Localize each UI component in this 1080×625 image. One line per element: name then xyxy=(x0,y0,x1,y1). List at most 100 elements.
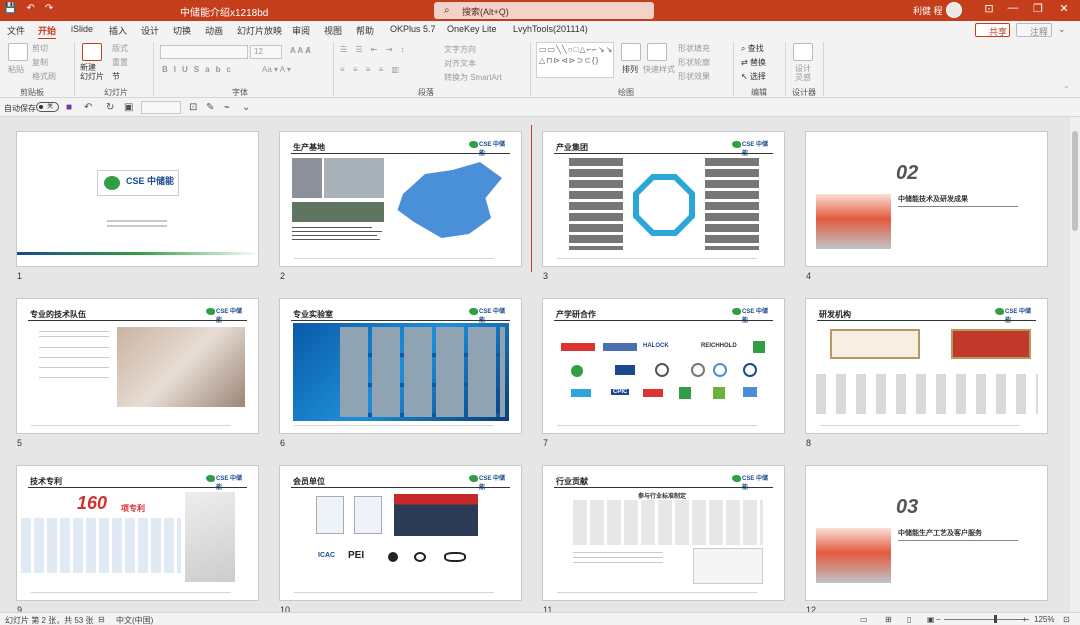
font-grow-icon[interactable]: A A Ⱥ xyxy=(290,46,311,55)
chevron-down-icon[interactable]: ⌄ xyxy=(1058,24,1066,35)
copy-button[interactable]: 复制 xyxy=(32,57,48,68)
avatar[interactable] xyxy=(946,2,962,18)
format-painter-button[interactable]: 格式刷 xyxy=(32,71,56,82)
shape-fill-button[interactable]: 形状填充 xyxy=(678,43,710,54)
reading-view-icon[interactable]: ▯ xyxy=(907,615,911,624)
save-icon[interactable]: 💾 xyxy=(4,3,16,14)
tab-onekey[interactable]: OneKey Lite xyxy=(447,24,497,34)
list-icons[interactable]: ☰ ☰ ⇤ ⇥ ↕ xyxy=(340,45,408,54)
zoom-level[interactable]: 125% xyxy=(1034,615,1054,624)
tab-design[interactable]: 设计 xyxy=(141,24,159,37)
arrange-button[interactable]: 排列 xyxy=(622,64,638,75)
restore-button[interactable]: ❐ xyxy=(1027,2,1049,15)
start-slideshow-icon[interactable]: ▣ xyxy=(124,102,133,113)
qat-dropdown[interactable] xyxy=(141,101,181,114)
cut-button[interactable]: 剪切 xyxy=(32,43,48,54)
slide-thumbnail[interactable]: 专业实验室 CSE 中储能 xyxy=(279,298,522,434)
tab-okplus[interactable]: OKPlus 5.7 xyxy=(390,24,436,34)
find-button[interactable]: ⌕ 查找 xyxy=(741,43,764,54)
slide-thumbnail[interactable]: 02 中储能技术及研发成果 xyxy=(805,131,1048,267)
user-name[interactable]: 利健 程 xyxy=(913,4,943,17)
zoom-slider[interactable] xyxy=(944,619,1029,620)
layout-button[interactable]: 版式 xyxy=(112,43,128,54)
close-button[interactable]: ✕ xyxy=(1053,2,1075,15)
font-size-field[interactable]: 12 xyxy=(250,45,282,59)
logo-text: CSE 中储能 xyxy=(126,176,175,186)
shape-outline-button[interactable]: 形状轮廓 xyxy=(678,57,710,68)
section-button[interactable]: 节 xyxy=(112,71,120,82)
share-button[interactable]: 共享 xyxy=(975,23,1010,37)
collapse-ribbon-icon[interactable]: ⌃ xyxy=(1063,85,1070,94)
zoom-in-button[interactable]: + xyxy=(1022,615,1027,624)
new-slide-icon[interactable] xyxy=(82,43,102,61)
slide-number: 8 xyxy=(806,438,812,448)
paste-button[interactable]: 粘贴 xyxy=(8,64,24,75)
slide-thumbnail[interactable]: 技术专利 CSE 中储能 160 项专利 xyxy=(16,465,259,601)
replace-button[interactable]: ⇄ 替换 xyxy=(741,57,766,68)
tab-slideshow[interactable]: 幻灯片放映 xyxy=(237,24,282,37)
tab-animations[interactable]: 动画 xyxy=(205,24,223,37)
font-name-field[interactable] xyxy=(160,45,248,59)
font-color-icon[interactable]: Aa ▾ A ▾ xyxy=(262,65,291,74)
new-slide-button[interactable]: 新建 幻灯片 xyxy=(80,63,104,81)
minimize-button[interactable]: — xyxy=(1002,2,1024,14)
text-direction-button[interactable]: 文字方向 xyxy=(444,44,476,55)
redo-icon[interactable]: ↻ xyxy=(106,102,114,113)
customize-qat-icon[interactable]: ⌄ xyxy=(242,102,250,113)
shapes-gallery[interactable]: ▭▭╲╲○□△⌐⌐↘↘⌒⌒╮△⊓⊳⊲⊳⊃⊂{} xyxy=(536,42,614,78)
slide-thumbnail[interactable]: CSE 中储能 xyxy=(16,131,259,267)
slide-thumbnail[interactable]: 生产基地 CSE 中储能 xyxy=(279,131,522,267)
arrange-icon[interactable] xyxy=(621,43,641,61)
quick-styles-button[interactable]: 快速样式 xyxy=(643,64,675,75)
shape-effects-button[interactable]: 形状效果 xyxy=(678,71,710,82)
format-icon[interactable]: ⊡ xyxy=(189,102,197,113)
zoom-slider-handle[interactable] xyxy=(994,615,997,623)
slide-thumbnail[interactable]: 专业的技术队伍 CSE 中储能 xyxy=(16,298,259,434)
undo-icon[interactable]: ↶ xyxy=(84,102,92,113)
tab-insert[interactable]: 插入 xyxy=(109,24,127,37)
comments-button[interactable]: 注释 xyxy=(1016,23,1052,37)
redo-icon[interactable]: ↷ xyxy=(45,3,53,14)
fit-to-window-icon[interactable]: ⊡ xyxy=(1063,615,1070,624)
tab-islide[interactable]: iSlide xyxy=(71,24,93,34)
align-text-button[interactable]: 对齐文本 xyxy=(444,58,476,69)
accessibility-icon[interactable]: ⊟ xyxy=(98,615,105,624)
paint-icon[interactable]: ✎ xyxy=(206,102,214,113)
reset-button[interactable]: 重置 xyxy=(112,57,128,68)
slide-thumbnail[interactable]: 产学研合作 CSE 中储能 HALOCK REICHHOLD CPIC xyxy=(542,298,785,434)
autosave-toggle[interactable]: 关 xyxy=(36,102,59,112)
align-icons[interactable]: ≡ ≡ ≡ ≡ ▥ xyxy=(340,65,402,74)
brush-icon[interactable]: ⌁ xyxy=(224,102,230,113)
save-icon[interactable]: ■ xyxy=(66,102,72,113)
scrollbar-thumb[interactable] xyxy=(1072,131,1078,231)
text-line xyxy=(39,367,109,368)
paste-icon[interactable] xyxy=(8,43,28,61)
language-indicator[interactable]: 中文(中国) xyxy=(116,615,153,625)
design-ideas-button[interactable]: 设计 灵感 xyxy=(795,64,811,82)
slide-thumbnail[interactable]: 会员单位 CSE 中储能 ICAC PEI xyxy=(279,465,522,601)
slide-thumbnail[interactable]: 研发机构 CSE 中储能 xyxy=(805,298,1048,434)
zoom-out-button[interactable]: − xyxy=(936,615,941,624)
tab-file[interactable]: 文件 xyxy=(7,24,25,37)
font-style-icons[interactable]: BIUSabc xyxy=(162,65,237,74)
tab-help[interactable]: 帮助 xyxy=(356,24,374,37)
slide-sorter-icon[interactable]: ⊞ xyxy=(885,615,892,624)
slide-thumbnail[interactable]: 行业贡献 CSE 中储能 参与行业标准制定 xyxy=(542,465,785,601)
tab-review[interactable]: 审阅 xyxy=(292,24,310,37)
quick-styles-icon[interactable] xyxy=(647,43,667,61)
normal-view-icon[interactable]: ▭ xyxy=(860,615,868,624)
slide-thumbnail[interactable]: 03 中储能生产工艺及客户服务 xyxy=(805,465,1048,601)
undo-icon[interactable]: ↶ xyxy=(26,3,34,14)
tab-transitions[interactable]: 切换 xyxy=(173,24,191,37)
tab-home[interactable]: 开始 xyxy=(38,24,57,40)
ribbon-display-icon[interactable]: ⊡ xyxy=(978,2,1000,15)
slideshow-icon[interactable]: ▣ xyxy=(927,615,935,624)
vertical-scrollbar[interactable] xyxy=(1070,117,1080,612)
search-box[interactable]: ⌕ 搜索(Alt+Q) xyxy=(434,2,654,19)
select-button[interactable]: ↖ 选择 xyxy=(741,71,766,82)
convert-smartart-button[interactable]: 转换为 SmartArt xyxy=(444,72,502,83)
tab-lvyhtools[interactable]: LvyhTools(201114) xyxy=(513,24,588,34)
tab-view[interactable]: 视图 xyxy=(324,24,342,37)
designer-icon[interactable] xyxy=(793,43,813,61)
slide-thumbnail[interactable]: 产业集团 CSE 中储能 xyxy=(542,131,785,267)
